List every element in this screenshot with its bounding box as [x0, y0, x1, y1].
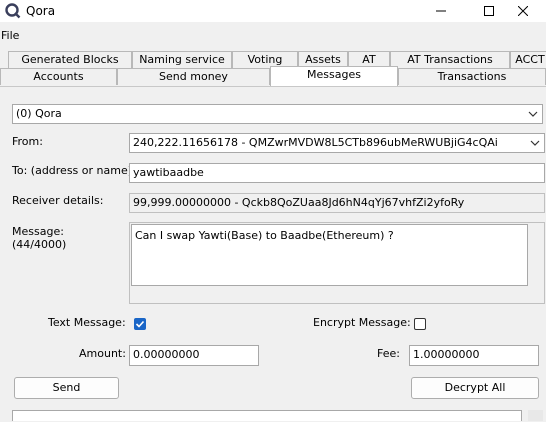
minimize-icon: [436, 10, 446, 12]
message-input[interactable]: Can I swap Yawti(Base) to Baadbe(Ethereu…: [131, 224, 528, 286]
tab-accounts[interactable]: Accounts: [0, 68, 117, 85]
minimize-button[interactable]: [418, 0, 464, 22]
message-label: Message:: [12, 225, 64, 238]
encrypt-message-checkbox[interactable]: [414, 318, 426, 330]
to-address-input[interactable]: yawtibaadbe: [129, 163, 545, 183]
send-button[interactable]: Send: [14, 377, 119, 399]
close-button[interactable]: [500, 0, 546, 22]
tab-generated-blocks[interactable]: Generated Blocks: [8, 51, 132, 68]
message-count: (44/4000): [12, 238, 67, 251]
menu-bar: File: [0, 28, 546, 44]
fee-label: Fee:: [377, 347, 400, 360]
asset-select-value: (0) Qora: [16, 107, 62, 120]
tab-at-transactions[interactable]: AT Transactions: [390, 51, 510, 68]
messages-list-scrollbar[interactable]: [528, 410, 543, 421]
amount-label: Amount:: [79, 347, 126, 360]
text-message-label: Text Message:: [48, 316, 126, 329]
from-label: From:: [12, 135, 43, 148]
decrypt-all-button[interactable]: Decrypt All: [411, 377, 539, 399]
receiver-details-value: 99,999.00000000 - Qckb8QoZUaa8Jd6hN4qYj6…: [129, 193, 545, 213]
from-select[interactable]: 240,222.11656178 - QMZwrMVDW8L5CTb896ubM…: [129, 133, 545, 153]
encrypt-message-label: Encrypt Message:: [313, 316, 411, 329]
from-select-value: 240,222.11656178 - QMZwrMVDW8L5CTb896ubM…: [133, 136, 498, 149]
amount-input[interactable]: 0.00000000: [129, 345, 259, 366]
checkmark-icon: [135, 320, 145, 328]
menu-file[interactable]: File: [1, 29, 19, 42]
chevron-down-icon: [530, 140, 540, 146]
tab-acct[interactable]: ACCT: [510, 51, 546, 68]
tab-transactions[interactable]: Transactions: [398, 68, 546, 85]
fee-input[interactable]: 1.00000000: [409, 345, 539, 366]
tab-messages[interactable]: Messages: [270, 66, 398, 87]
qora-logo-icon: [5, 3, 21, 19]
asset-select[interactable]: (0) Qora: [12, 104, 543, 124]
chevron-down-icon: [528, 111, 538, 117]
window-title: Qora: [26, 4, 56, 18]
to-label: To: (address or name): [12, 164, 133, 177]
message-area-frame: Can I swap Yawti(Base) to Baadbe(Ethereu…: [129, 222, 545, 304]
maximize-icon: [484, 6, 494, 16]
text-message-checkbox[interactable]: [134, 318, 146, 330]
messages-list[interactable]: [12, 410, 522, 421]
tab-send-money[interactable]: Send money: [117, 68, 270, 85]
receiver-details-label: Receiver details:: [12, 194, 104, 207]
tab-naming-service[interactable]: Naming service: [132, 51, 232, 68]
title-bar: Qora: [0, 0, 546, 22]
close-icon: [518, 6, 528, 16]
